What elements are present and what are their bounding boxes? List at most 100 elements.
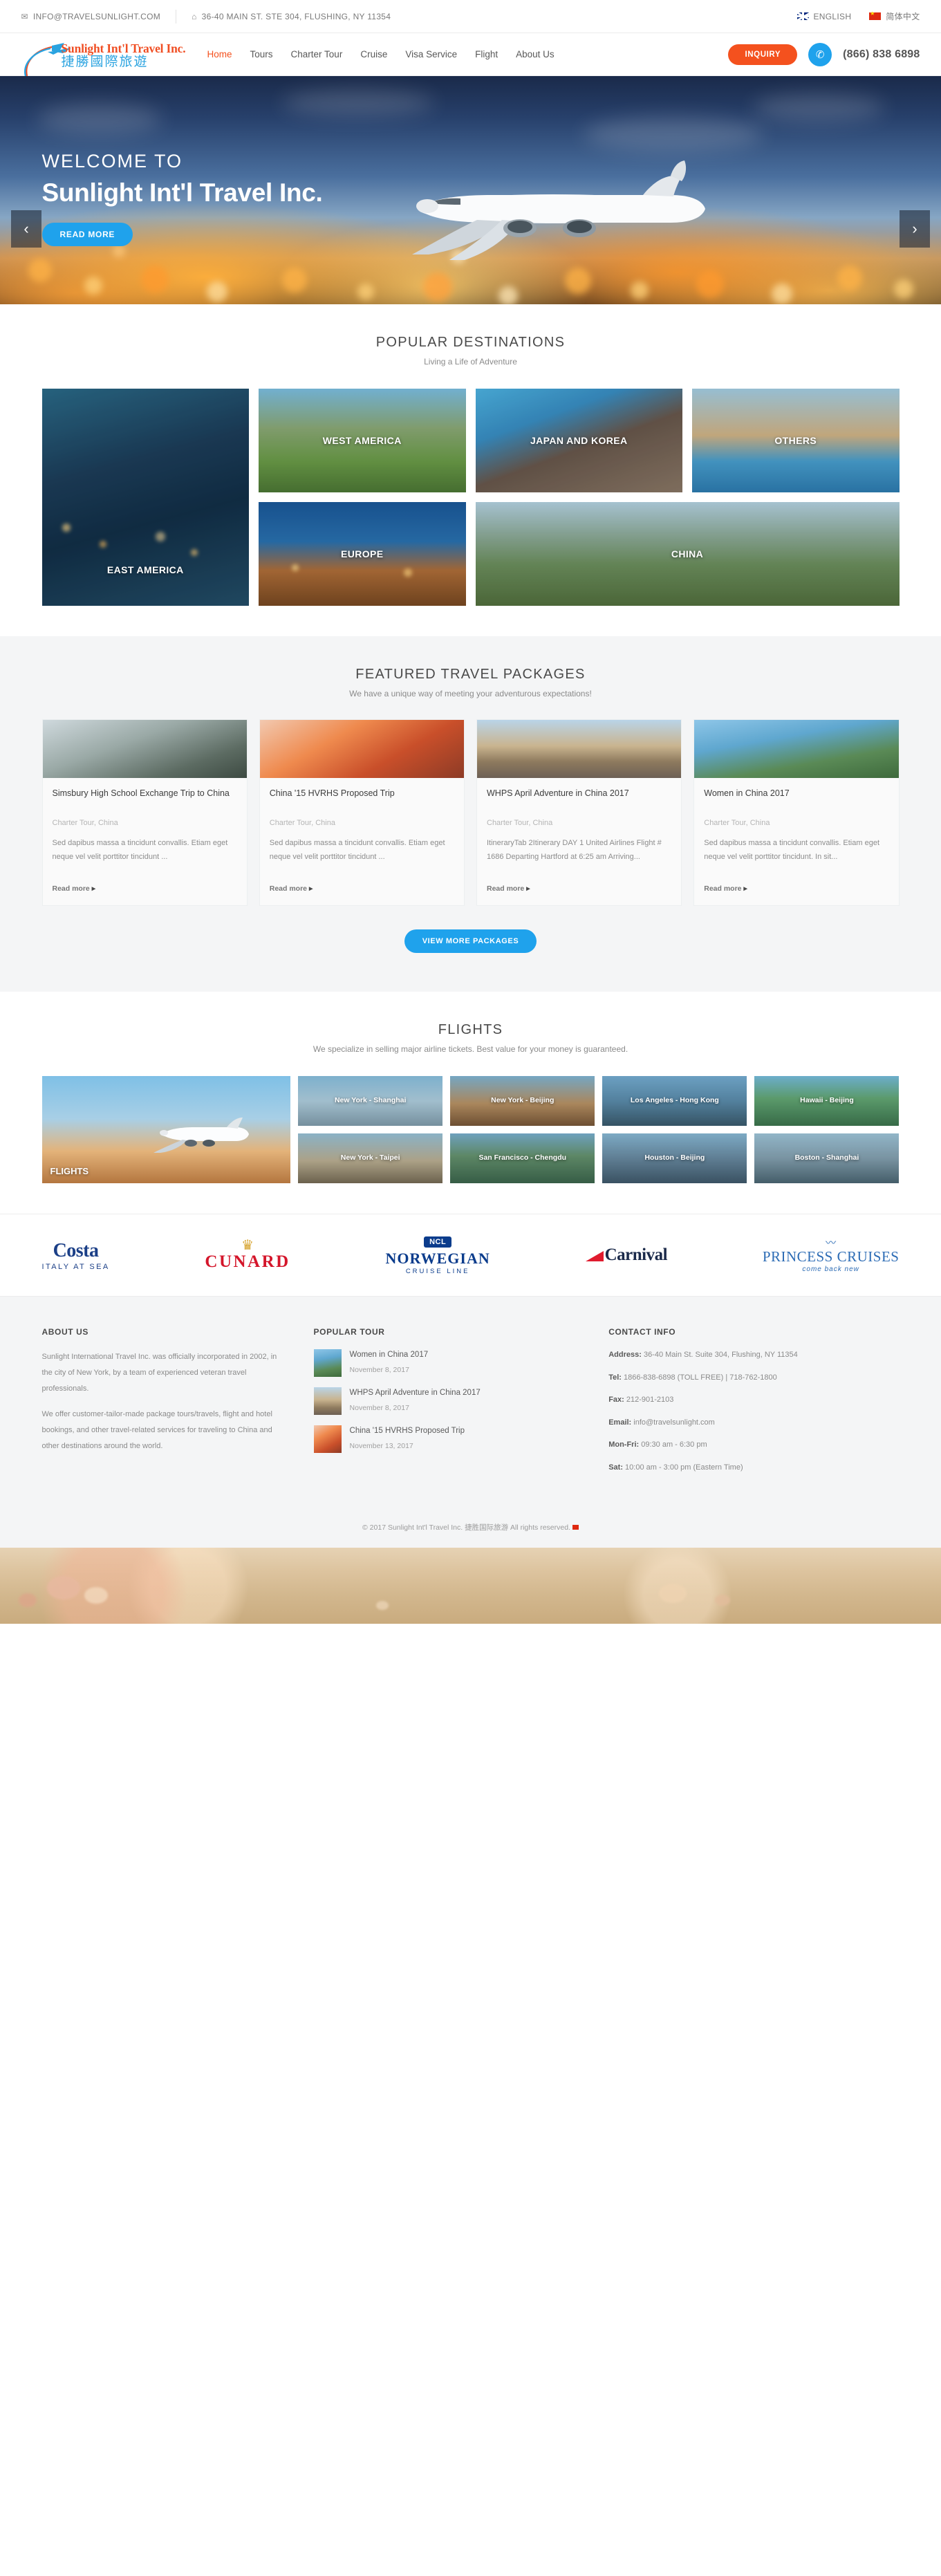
flight-label: Hawaii - Beijing (800, 1096, 854, 1105)
package-image (694, 720, 899, 778)
package-meta: Charter Tour, China (487, 819, 553, 827)
read-more-label: Read more (269, 884, 308, 893)
tile-label: EAST AMERICA (106, 564, 184, 575)
phone-icon[interactable]: ✆ (808, 42, 832, 66)
package-title: Simsbury High School Exchange Trip to Ch… (52, 788, 230, 798)
language-english[interactable]: ENGLISH (796, 12, 852, 21)
crown-icon: ♛ (241, 1238, 254, 1253)
partner-logo-costa[interactable]: Costa ITALY AT SEA (42, 1240, 110, 1271)
package-title: China '15 HVRHS Proposed Trip (269, 788, 395, 798)
flight-cell[interactable]: San Francisco - Chengdu (450, 1133, 595, 1183)
nav-item-about-us[interactable]: About Us (516, 49, 555, 59)
nav-item-tours[interactable]: Tours (250, 49, 273, 59)
inquiry-button[interactable]: INQUIRY (728, 44, 798, 65)
nav-item-visa-service[interactable]: Visa Service (405, 49, 457, 59)
contact-fax-label: Fax: (608, 1396, 624, 1405)
partner-ncl-badge: NCL (424, 1236, 452, 1248)
partner-princess-name: PRINCESS CRUISES (762, 1248, 900, 1265)
flight-cell[interactable]: Houston - Beijing (602, 1133, 747, 1183)
flight-cell[interactable]: New York - Shanghai (298, 1076, 443, 1126)
contact-fax-value: 212-901-2103 (624, 1396, 674, 1405)
package-meta: Charter Tour, China (269, 819, 335, 827)
contact-hours-saturday-label: Sat: (608, 1463, 623, 1472)
contact-email-value: info@travelsunlight.com (631, 1418, 715, 1427)
destination-tile-europe[interactable]: EUROPE (259, 502, 466, 606)
carnival-swoosh-icon (585, 1250, 604, 1261)
package-read-more-link[interactable]: Read more ▸ (487, 884, 530, 893)
flight-cell[interactable]: Los Angeles - Hong Kong (602, 1076, 747, 1126)
featured-packages-section: FEATURED TRAVEL PACKAGES We have a uniqu… (0, 636, 941, 992)
contact-hours-weekday-label: Mon-Fri: (608, 1440, 640, 1449)
flights-title: FLIGHTS (438, 1022, 503, 1037)
destination-tile-east-america[interactable]: EAST AMERICA (41, 389, 249, 606)
nav-item-home[interactable]: Home (207, 49, 232, 59)
flights-main-label: FLIGHTS (50, 1166, 89, 1176)
nav-item-cruise[interactable]: Cruise (360, 49, 387, 59)
footer-about-column: ABOUT US Sunlight International Travel I… (42, 1327, 286, 1485)
partner-logo-carnival[interactable]: Carnival (585, 1245, 668, 1265)
footer-tour-item[interactable]: China '15 HVRHS Proposed Trip November 1… (313, 1425, 581, 1453)
flight-cell[interactable]: New York - Taipei (298, 1133, 443, 1183)
flights-grid: FLIGHTS New York - Shanghai New York - B… (41, 1076, 900, 1183)
copyright-text: © 2017 Sunlight Int'l Travel Inc. 捷胜国际旅游… (362, 1523, 570, 1532)
view-more-packages-button[interactable]: VIEW MORE PACKAGES (404, 929, 537, 953)
contact-email[interactable]: Email: info@travelsunlight.com (608, 1417, 899, 1429)
contact-address-label: Address: (608, 1351, 642, 1359)
tile-label: EUROPE (340, 548, 384, 559)
topbar-address-text: 36-40 MAIN ST. STE 304, FLUSHING, NY 113… (201, 11, 391, 21)
tour-thumbnail (313, 1349, 342, 1377)
main-navbar: Sunlight Int'l Travel Inc. 捷勝國際旅遊 Home T… (0, 33, 941, 77)
nav-item-flight[interactable]: Flight (475, 49, 498, 59)
nav-item-charter-tour[interactable]: Charter Tour (291, 49, 343, 59)
tour-thumbnail (313, 1425, 342, 1453)
package-read-more-link[interactable]: Read more ▸ (704, 884, 747, 893)
flight-cell[interactable]: New York - Beijing (450, 1076, 595, 1126)
package-card[interactable]: WHPS April Adventure in China 2017 Chart… (476, 719, 682, 906)
package-description: Sed dapibus massa a tincidunt convallis.… (52, 839, 228, 862)
phone-number[interactable]: (866) 838 6898 (843, 48, 920, 61)
contact-address-value: 36-40 Main St. Suite 304, Flushing, NY 1… (641, 1351, 798, 1359)
flights-main-tile[interactable]: FLIGHTS (41, 1076, 291, 1183)
tour-title: Women in China 2017 (349, 1351, 429, 1359)
destination-tile-japan-korea[interactable]: JAPAN AND KOREA (475, 389, 682, 492)
footer-tour-item[interactable]: Women in China 2017 November 8, 2017 (313, 1349, 581, 1377)
destination-tile-west-america[interactable]: WEST AMERICA (259, 389, 466, 492)
partner-costa-tagline: ITALY AT SEA (41, 1262, 110, 1271)
partner-logo-princess[interactable]: 〰 PRINCESS CRUISES come back new (763, 1238, 900, 1273)
flight-cell[interactable]: Boston - Shanghai (754, 1133, 900, 1183)
contact-email-label: Email: (608, 1418, 632, 1427)
package-meta: Charter Tour, China (704, 819, 770, 827)
site-logo[interactable]: Sunlight Int'l Travel Inc. 捷勝國際旅遊 (21, 39, 186, 77)
home-icon: ⌂ (192, 11, 197, 21)
package-card[interactable]: Women in China 2017 Charter Tour, China … (693, 719, 900, 906)
partner-princess-tagline: come back new (802, 1265, 859, 1273)
contact-tel: Tel: 1866-838-6898 (TOLL FREE) | 718-762… (608, 1372, 899, 1384)
china-flag-icon (572, 1525, 579, 1530)
contact-tel-label: Tel: (608, 1373, 622, 1382)
flight-cell[interactable]: Hawaii - Beijing (754, 1076, 900, 1126)
package-read-more-link[interactable]: Read more ▸ (270, 884, 313, 893)
package-card[interactable]: China '15 HVRHS Proposed Trip Charter To… (259, 719, 465, 906)
destinations-subtitle: Living a Life of Adventure (424, 357, 517, 367)
package-read-more-link[interactable]: Read more ▸ (53, 884, 95, 893)
package-card[interactable]: Simsbury High School Exchange Trip to Ch… (41, 719, 248, 906)
hero-next-arrow[interactable]: › (900, 210, 930, 248)
footer-about-paragraph-2: We offer customer-tailor-made package to… (41, 1410, 272, 1451)
partner-logo-norwegian[interactable]: NCL NORWEGIAN CRUISE LINE (386, 1235, 490, 1275)
partner-costa-name: Costa (53, 1239, 99, 1261)
destination-tile-china[interactable]: CHINA (475, 502, 900, 606)
hero-prev-arrow[interactable]: ‹ (11, 210, 41, 248)
partner-logo-cunard[interactable]: ♛ CUNARD (205, 1239, 290, 1272)
hero-read-more-button[interactable]: READ MORE (41, 223, 133, 246)
partner-norwegian-tagline: CRUISE LINE (405, 1268, 470, 1275)
topbar-email[interactable]: ✉ INFO@TRAVELSUNLIGHT.COM (21, 12, 176, 21)
wave-icon: 〰 (826, 1236, 837, 1249)
site-footer: ABOUT US Sunlight International Travel I… (0, 1297, 941, 1548)
packages-grid: Simsbury High School Exchange Trip to Ch… (41, 719, 900, 906)
package-image (259, 720, 464, 778)
language-chinese[interactable]: 简体中文 (869, 10, 920, 22)
language-chinese-label: 简体中文 (886, 12, 920, 21)
destination-tile-others[interactable]: OTHERS (692, 389, 900, 492)
footer-tour-item[interactable]: WHPS April Adventure in China 2017 Novem… (313, 1387, 581, 1415)
flights-subtitle: We specialize in selling major airline t… (313, 1044, 628, 1054)
